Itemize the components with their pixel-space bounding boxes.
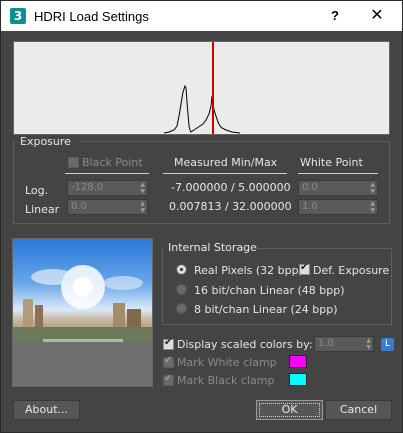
black-log-spinner[interactable]: -128.0 ▲ ▼ xyxy=(67,180,148,196)
exposure-group-border xyxy=(79,141,390,142)
hdri-preview-image xyxy=(12,238,153,387)
16bit-label: 16 bit/chan Linear (48 bpp) xyxy=(194,284,345,297)
black-point-underline xyxy=(65,173,149,174)
spinner-arrows-icon: ▲ ▼ xyxy=(140,181,145,195)
linear-row-label: Linear xyxy=(25,203,60,216)
mark-black-clamp-label: Mark Black clamp xyxy=(177,374,275,387)
spinner-arrows-icon: ▲ ▼ xyxy=(140,200,145,214)
about-button[interactable]: About... xyxy=(13,400,80,420)
spinner-arrows-icon: ▲ ▼ xyxy=(366,337,371,351)
radio-8bit[interactable] xyxy=(176,303,187,314)
white-log-spinner[interactable]: 0.0 ▲ ▼ xyxy=(298,180,378,196)
histogram[interactable] xyxy=(13,41,390,135)
preview-scene xyxy=(13,265,152,386)
def-exposure-label: Def. Exposure xyxy=(313,264,390,277)
mark-white-clamp-checkbox[interactable] xyxy=(163,355,174,368)
cancel-button[interactable]: Cancel xyxy=(325,400,392,420)
white-clamp-color-swatch[interactable] xyxy=(289,355,307,368)
l-button[interactable]: L xyxy=(381,338,394,351)
radio-real-pixels[interactable] xyxy=(176,264,187,275)
mark-black-clamp-checkbox[interactable] xyxy=(163,373,174,386)
def-exposure-checkbox[interactable] xyxy=(299,262,310,275)
scaled-colors-value: 1.0 xyxy=(318,338,334,349)
spinner-arrows-icon: ▲ ▼ xyxy=(370,181,375,195)
display-scaled-checkbox[interactable] xyxy=(163,337,174,350)
title-bar: 3 HDRI Load Settings ? ✕ xyxy=(1,1,402,31)
black-linear-value: 0.0 xyxy=(71,201,87,212)
spinner-arrows-icon: ▲ ▼ xyxy=(370,200,375,214)
white-linear-spinner[interactable]: 1.0 ▲ ▼ xyxy=(298,199,378,215)
white-log-value: 0.0 xyxy=(302,182,318,193)
measured-header: Measured Min/Max xyxy=(174,156,278,169)
real-pixels-label: Real Pixels (32 bpp) xyxy=(194,264,303,277)
black-point-checkbox[interactable] xyxy=(68,157,79,168)
measured-log-value: -7.000000 / 5.000000 xyxy=(171,181,291,194)
help-button[interactable]: ? xyxy=(323,6,347,26)
log-row-label: Log. xyxy=(25,184,49,197)
measured-linear-value: 0.007813 / 32.000000 xyxy=(169,200,292,213)
window-title: HDRI Load Settings xyxy=(34,9,149,24)
close-button[interactable]: ✕ xyxy=(365,5,389,27)
histogram-curve xyxy=(163,84,241,134)
black-clamp-color-swatch[interactable] xyxy=(289,373,307,386)
ok-button[interactable]: OK xyxy=(256,400,323,420)
histogram-plot xyxy=(163,42,241,134)
scaled-colors-spinner[interactable]: 1.0 ▲ ▼ xyxy=(314,336,374,352)
white-linear-value: 1.0 xyxy=(302,201,318,212)
mark-white-clamp-label: Mark White clamp xyxy=(177,356,277,369)
display-scaled-label: Display scaled colors by: xyxy=(177,338,313,351)
black-linear-spinner[interactable]: 0.0 ▲ ▼ xyxy=(67,199,148,215)
app-icon: 3 xyxy=(10,8,26,24)
measured-underline xyxy=(163,173,287,174)
white-point-header: White Point xyxy=(300,156,363,169)
black-point-label: Black Point xyxy=(82,156,143,169)
hdri-load-settings-dialog: 3 HDRI Load Settings ? ✕ Exposure Black … xyxy=(0,0,403,433)
black-log-value: -128.0 xyxy=(71,182,104,193)
radio-16bit[interactable] xyxy=(176,284,187,295)
8bit-label: 8 bit/chan Linear (24 bpp) xyxy=(194,303,338,316)
white-point-underline xyxy=(298,173,378,174)
